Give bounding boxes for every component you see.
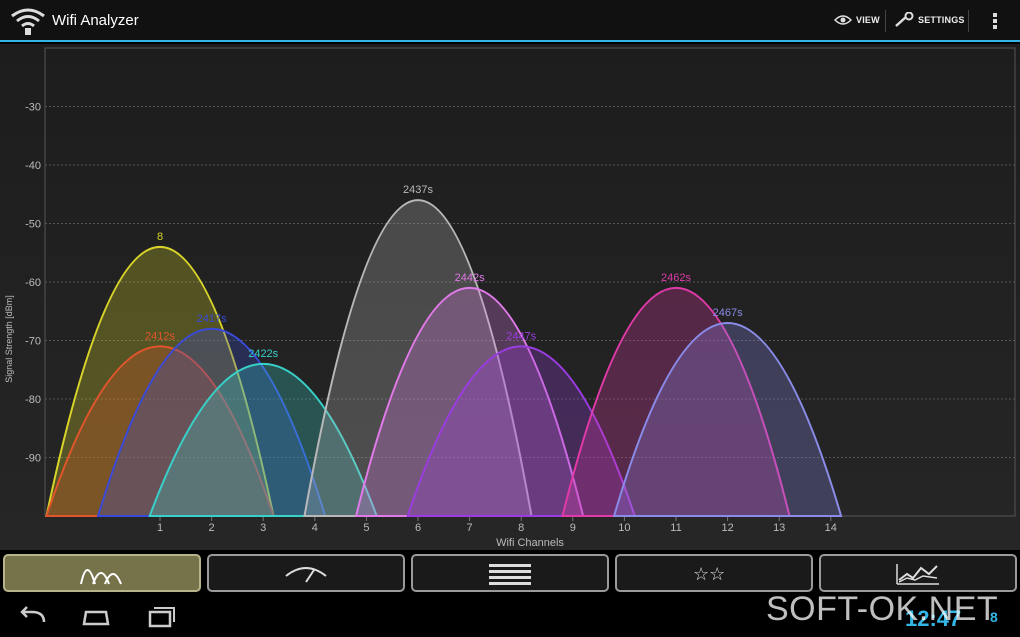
overflow-menu-icon[interactable] bbox=[985, 8, 1005, 34]
time-graph-icon bbox=[896, 564, 939, 585]
network-label: 2437s bbox=[403, 184, 433, 196]
x-tick-label: 3 bbox=[260, 522, 266, 534]
tab-ap-list[interactable] bbox=[411, 554, 609, 592]
x-tick-label: 5 bbox=[363, 522, 369, 534]
channel-graph-chart: -30-40-50-60-70-80-901 2 3 4 5 6 7 8 9 10 11 12 13 14… bbox=[25, 47, 1016, 549]
channel-graph-icon bbox=[80, 569, 122, 585]
x-tick-label: 13 bbox=[773, 522, 785, 534]
view-button[interactable]: VIEW bbox=[834, 0, 880, 40]
view-label: VIEW bbox=[856, 15, 880, 25]
home-icon[interactable] bbox=[76, 604, 116, 630]
eye-icon bbox=[834, 15, 852, 25]
recent-apps-icon[interactable] bbox=[140, 604, 180, 630]
x-axis-label: Wifi Channels bbox=[496, 537, 564, 549]
y-tick-label: -80 bbox=[25, 394, 41, 406]
network-label: 2467s bbox=[713, 307, 743, 319]
wrench-icon bbox=[895, 12, 914, 27]
x-tick-label: 10 bbox=[618, 522, 630, 534]
x-tick-label: 1 bbox=[157, 522, 163, 534]
y-axis-label: Signal Strength [dBm] bbox=[4, 295, 14, 383]
wifi-logo-icon[interactable] bbox=[8, 6, 48, 36]
tab-time-graph[interactable] bbox=[819, 554, 1017, 592]
settings-button[interactable]: SETTINGS bbox=[894, 0, 965, 40]
y-tick-label: -70 bbox=[25, 336, 41, 348]
y-tick-label: -50 bbox=[25, 219, 41, 231]
network-label: 2447s bbox=[506, 330, 536, 342]
network-label: 2462s bbox=[661, 272, 691, 284]
x-tick-label: 8 bbox=[518, 522, 524, 534]
ap-list-icon bbox=[489, 564, 531, 585]
y-tick-label: -90 bbox=[25, 453, 41, 465]
y-tick-label: -40 bbox=[25, 160, 41, 172]
network-label: 8 bbox=[157, 231, 163, 243]
svg-text:☆☆: ☆☆ bbox=[693, 564, 725, 585]
channel-graph: -30 -40 -50 -60 -70 -80 -90 1 2 3 4 5 6 7 8 9 10 11 12 13 14… bbox=[0, 44, 1020, 550]
network-label: 2417s bbox=[197, 313, 227, 325]
x-tick-label: 7 bbox=[467, 522, 473, 534]
y-tick-label: -30 bbox=[25, 102, 41, 114]
x-tick-label: 14 bbox=[825, 522, 837, 534]
x-tick-label: 6 bbox=[415, 522, 421, 534]
network-label: 2422s bbox=[248, 348, 278, 360]
divider bbox=[968, 10, 969, 32]
x-tick-label: 4 bbox=[312, 522, 318, 534]
channel-rating-icon: ☆☆ bbox=[693, 564, 725, 585]
tab-signal-meter[interactable] bbox=[207, 554, 405, 592]
x-tick-label: 11 bbox=[670, 522, 681, 534]
x-tick-label: 12 bbox=[721, 522, 733, 534]
settings-label: SETTINGS bbox=[918, 15, 965, 25]
app-title: Wifi Analyzer bbox=[52, 12, 139, 29]
divider bbox=[885, 10, 886, 32]
x-tick-label: 2 bbox=[209, 522, 215, 534]
tab-channel-rating[interactable]: ☆☆ bbox=[615, 554, 813, 592]
signal-meter-icon bbox=[285, 567, 327, 583]
action-bar: Wifi Analyzer VIEW SETTINGS bbox=[0, 0, 1020, 42]
y-tick-label: -60 bbox=[25, 277, 41, 289]
watermark: SOFT-OK.NET bbox=[766, 590, 999, 628]
x-tick-label: 9 bbox=[570, 522, 576, 534]
network-label: 2442s bbox=[455, 272, 485, 284]
network-label: 2412s bbox=[145, 330, 175, 342]
back-icon[interactable] bbox=[14, 604, 54, 630]
tab-channel-graph[interactable] bbox=[3, 554, 201, 592]
